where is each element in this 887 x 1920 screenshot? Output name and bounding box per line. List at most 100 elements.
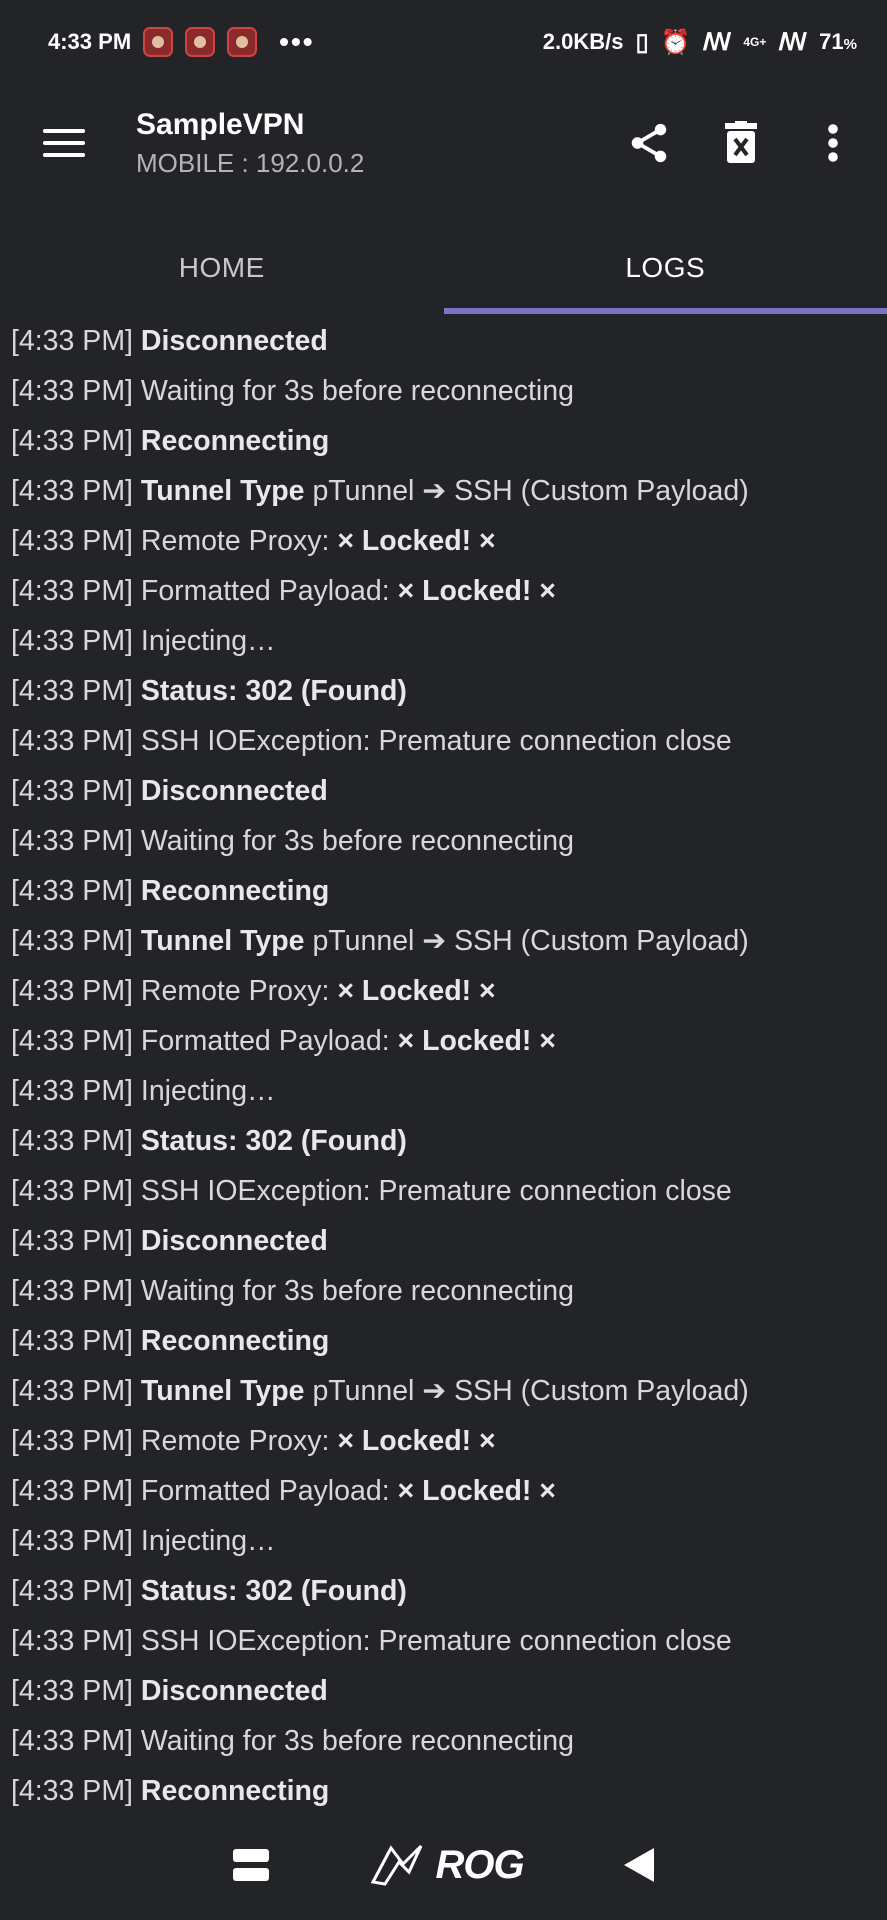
log-line: [4:33 PM] SSH IOException: Premature con… (11, 716, 887, 766)
log-line: [4:33 PM] Injecting… (11, 1066, 887, 1116)
vibrate-icon: ▯ (635, 28, 649, 56)
log-time: [4:33 PM] (11, 1525, 133, 1557)
log-line: [4:33 PM] Disconnected (11, 766, 887, 816)
log-time: [4:33 PM] (11, 1425, 133, 1457)
log-keyword: Tunnel Type (140, 925, 305, 957)
log-line: [4:33 PM] Waiting for 3s before reconnec… (11, 1716, 887, 1766)
share-icon (631, 123, 667, 163)
delete-icon (725, 121, 757, 163)
clear-logs-button[interactable] (701, 103, 781, 183)
signal-icon: ꟿ (702, 28, 732, 56)
log-message: Formatted Payload: (140, 1025, 390, 1057)
log-line: [4:33 PM] Formatted Payload: × Locked! × (11, 1016, 887, 1066)
app-notification-icon (185, 27, 216, 57)
log-line: [4:33 PM] Reconnecting (11, 866, 887, 916)
log-line: [4:33 PM] Disconnected (11, 1666, 887, 1716)
log-list[interactable]: [4:33 PM] Disconnected [4:33 PM] Waiting … (0, 316, 887, 1810)
log-line: [4:33 PM] Disconnected (11, 1216, 887, 1266)
rog-logo-icon (371, 1844, 423, 1886)
log-line: [4:33 PM] Reconnecting (11, 1766, 887, 1810)
tab-logs[interactable]: LOGS (443, 222, 887, 314)
home-button[interactable]: ROG (369, 1842, 525, 1888)
tab-bar: HOME LOGS (0, 222, 887, 314)
app-title: SampleVPN (136, 108, 305, 141)
log-line: [4:33 PM] SSH IOException: Premature con… (11, 1616, 887, 1666)
more-vert-icon (828, 124, 838, 162)
log-message: Remote Proxy: (140, 525, 330, 557)
share-button[interactable] (609, 103, 689, 183)
back-icon[interactable] (623, 1848, 654, 1882)
log-time: [4:33 PM] (11, 1575, 133, 1607)
log-keyword: Status: 302 (Found) (140, 675, 407, 707)
log-message: Injecting… (140, 625, 276, 657)
log-message: SSH IOException: Premature connection cl… (140, 1175, 732, 1207)
hamburger-icon[interactable] (26, 105, 102, 181)
log-keyword: Tunnel Type (140, 1375, 305, 1407)
battery-unit: % (843, 36, 857, 53)
key-notification-icon (143, 27, 174, 57)
tab-home[interactable]: HOME (0, 222, 444, 314)
log-keyword: Reconnecting (140, 425, 330, 457)
log-keyword: Status: 302 (Found) (140, 1575, 407, 1607)
log-keyword: Tunnel Type (140, 475, 305, 507)
log-time: [4:33 PM] (11, 875, 133, 907)
log-line: [4:33 PM] Tunnel Type pTunnel ➔ SSH (Cus… (11, 916, 887, 966)
app-subtitle: MOBILE : 192.0.0.2 (136, 148, 365, 178)
log-locked-value: × Locked! × (337, 975, 496, 1007)
photo-notification-icon (227, 27, 258, 57)
log-line: [4:33 PM] Formatted Payload: × Locked! × (11, 1466, 887, 1516)
status-bar-left: 4:33 PM ••• (48, 26, 315, 58)
log-time: [4:33 PM] (11, 325, 133, 357)
network-speed: 2.0KB/s (542, 29, 624, 54)
log-line: [4:33 PM] Reconnecting (11, 1316, 887, 1366)
log-locked-value: × Locked! × (397, 1025, 556, 1057)
log-time: [4:33 PM] (11, 725, 133, 757)
log-time: [4:33 PM] (11, 1225, 133, 1257)
log-line: [4:33 PM] Status: 302 (Found) (11, 1566, 887, 1616)
log-locked-value: × Locked! × (397, 575, 556, 607)
log-line: [4:33 PM] Formatted Payload: × Locked! × (11, 566, 887, 616)
log-message: Injecting… (140, 1075, 276, 1107)
log-time: [4:33 PM] (11, 675, 133, 707)
log-time: [4:33 PM] (11, 1075, 133, 1107)
rog-brand: ROG (435, 1842, 524, 1887)
log-time: [4:33 PM] (11, 1025, 133, 1057)
title-block: SampleVPN MOBILE : 192.0.0.2 (136, 107, 609, 179)
log-time: [4:33 PM] (11, 1625, 133, 1657)
log-message: pTunnel ➔ SSH (Custom Payload) (312, 925, 749, 957)
log-message: Remote Proxy: (140, 1425, 330, 1457)
log-message: Waiting for 3s before reconnecting (140, 825, 574, 857)
log-time: [4:33 PM] (11, 825, 133, 857)
log-time: [4:33 PM] (11, 925, 133, 957)
log-time: [4:33 PM] (11, 1175, 133, 1207)
log-time: [4:33 PM] (11, 1775, 133, 1807)
log-time: [4:33 PM] (11, 625, 133, 657)
alarm-icon: ⏰ (660, 28, 691, 56)
more-options-button[interactable] (793, 103, 873, 183)
system-nav-bar: ROG (0, 1810, 887, 1920)
log-message: Waiting for 3s before reconnecting (140, 375, 574, 407)
log-keyword: Disconnected (140, 1675, 328, 1707)
log-message: SSH IOException: Premature connection cl… (140, 1625, 732, 1657)
log-locked-value: × Locked! × (337, 1425, 496, 1457)
log-line: [4:33 PM] Tunnel Type pTunnel ➔ SSH (Cus… (11, 1366, 887, 1416)
log-message: Waiting for 3s before reconnecting (140, 1275, 574, 1307)
log-time: [4:33 PM] (11, 475, 133, 507)
log-time: [4:33 PM] (11, 1475, 133, 1507)
log-time: [4:33 PM] (11, 375, 133, 407)
more-notifications-icon: ••• (279, 26, 315, 57)
log-time: [4:33 PM] (11, 975, 133, 1007)
log-time: [4:33 PM] (11, 575, 133, 607)
log-time: [4:33 PM] (11, 775, 133, 807)
recents-icon[interactable] (233, 1847, 270, 1883)
log-line: [4:33 PM] Remote Proxy: × Locked! × (11, 1416, 887, 1466)
log-line: [4:33 PM] Waiting for 3s before reconnec… (11, 1266, 887, 1316)
log-keyword: Status: 302 (Found) (140, 1125, 407, 1157)
app-bar-actions (609, 103, 873, 183)
log-line: [4:33 PM] Injecting… (11, 616, 887, 666)
log-time: [4:33 PM] (11, 1725, 133, 1757)
log-keyword: Disconnected (140, 325, 328, 357)
log-time: [4:33 PM] (11, 525, 133, 557)
log-message: Waiting for 3s before reconnecting (140, 1725, 574, 1757)
status-bar: 4:33 PM ••• 2.0KB/s ▯ ⏰ ꟿ 4G+ ꟿ 71% (0, 0, 887, 84)
